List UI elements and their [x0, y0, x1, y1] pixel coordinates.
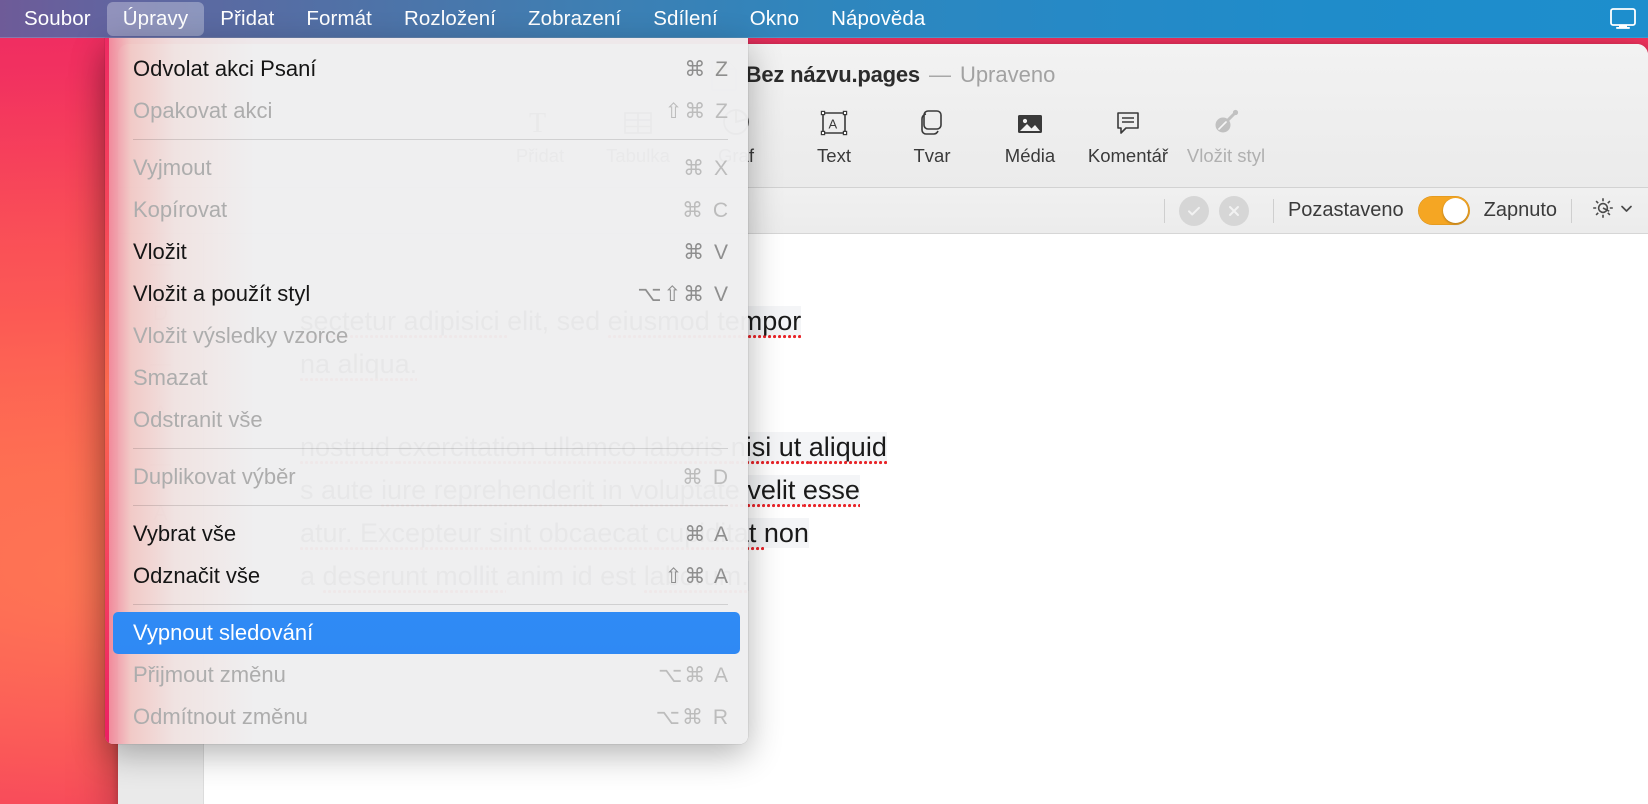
menu-separator — [133, 139, 728, 140]
menu-item-odznacit-vse[interactable]: Odznačit vše ⇧⌘ A — [105, 555, 748, 597]
track-on-label: Zapnuto — [1483, 199, 1557, 221]
toolbar-button-tvar[interactable]: Tvar — [883, 102, 981, 169]
menu-item-label: Duplikovat výběr — [133, 464, 296, 489]
textbox-icon: A — [818, 102, 850, 138]
menu-item-vlozit[interactable]: Vložit ⌘ V — [105, 231, 748, 273]
menu-item-label: Opakovat akci — [133, 98, 273, 123]
media-image-icon — [1014, 102, 1046, 138]
menu-separator — [133, 505, 728, 506]
track-paused-label: Pozastaveno — [1287, 199, 1404, 221]
upravy-dropdown-menu: Odvolat akci Psaní ⌘ Z Opakovat akci ⇧⌘ … — [105, 38, 748, 744]
menu-item-duplikovat-vyber: Duplikovat výběr ⌘ D — [105, 456, 748, 498]
svg-text:A: A — [829, 117, 838, 132]
document-title: Bez názvu.pages — [745, 62, 920, 87]
menu-item-odmitnout-zmenu: Odmítnout změnu ⌥⌘ R — [105, 696, 748, 738]
menu-item-odstranit-vse: Odstranit vše — [105, 399, 748, 441]
menu-pridat[interactable]: Přidat — [204, 2, 290, 37]
menu-item-label: Odstranit vše — [133, 407, 263, 432]
title-separator: — — [928, 62, 951, 87]
track-options-button[interactable] — [1590, 195, 1634, 226]
menu-format[interactable]: Formát — [290, 2, 388, 37]
menu-item-vypnout-sledovani[interactable]: Vypnout sledování — [113, 612, 740, 654]
check-circle-icon[interactable] — [1178, 195, 1209, 226]
paintbrush-icon — [1210, 102, 1242, 138]
toolbar-button-vlozit-styl[interactable]: Vložit styl — [1177, 102, 1275, 169]
toolbar-label: Text — [817, 145, 851, 166]
comment-icon — [1113, 102, 1143, 138]
menu-item-shortcut: ⌥⇧⌘ V — [637, 282, 730, 306]
menu-sdileni[interactable]: Sdílení — [637, 2, 734, 37]
menu-item-label: Kopírovat — [133, 197, 228, 222]
menu-item-vyjmout: Vyjmout ⌘ X — [105, 147, 748, 189]
menu-zobrazeni[interactable]: Zobrazení — [512, 2, 637, 37]
toggle-knob — [1442, 198, 1468, 223]
toolbar-button-media[interactable]: Média — [981, 102, 1079, 169]
menu-napoveda[interactable]: Nápověda — [815, 2, 941, 37]
divider — [1163, 198, 1165, 223]
menu-item-shortcut: ⌘ A — [684, 522, 730, 546]
menu-item-shortcut: ⌘ D — [682, 465, 730, 489]
menu-item-label: Přijmout změnu — [133, 662, 286, 687]
menu-soubor[interactable]: Soubor — [8, 2, 107, 37]
system-menu-bar: Soubor Úpravy Přidat Formát Rozložení Zo… — [0, 0, 1648, 38]
menu-rozlozeni[interactable]: Rozložení — [388, 2, 512, 37]
x-circle-icon[interactable] — [1218, 195, 1249, 226]
menu-separator — [133, 448, 728, 449]
menu-item-label: Odznačit vše — [133, 563, 261, 588]
menu-item-odvolat-akci[interactable]: Odvolat akci Psaní ⌘ Z — [105, 48, 748, 90]
menu-item-vlozit-vysledky-vzorce: Vložit výsledky vzorce — [105, 315, 748, 357]
menu-item-shortcut: ⌘ X — [683, 156, 730, 180]
toolbar-label: Média — [1004, 145, 1056, 166]
menu-bar-items: Soubor Úpravy Přidat Formát Rozložení Zo… — [0, 1, 941, 37]
menu-item-label: Odvolat akci Psaní — [133, 56, 317, 81]
menu-item-shortcut: ⌘ Z — [684, 57, 730, 81]
toolbar-label: Vložit styl — [1186, 145, 1266, 166]
menu-item-opakovat-akci: Opakovat akci ⇧⌘ Z — [105, 90, 748, 132]
menu-bar-status-items — [1608, 6, 1648, 32]
document-modified-status: Upraveno — [959, 62, 1056, 87]
chevron-down-icon — [1619, 201, 1634, 221]
toolbar-button-komentar[interactable]: Komentář — [1079, 102, 1177, 169]
misspelled-word: velit — [747, 475, 803, 509]
menu-item-shortcut: ⌘ C — [682, 198, 730, 222]
track-changes-toggle[interactable] — [1417, 196, 1470, 225]
menu-item-label: Odmítnout změnu — [133, 704, 308, 729]
divider — [1571, 198, 1572, 223]
misspelled-word: aliquid — [808, 432, 887, 466]
menu-okno[interactable]: Okno — [734, 2, 815, 37]
menu-upravy[interactable]: Úpravy — [106, 1, 205, 37]
toolbar-label: Komentář — [1087, 145, 1169, 166]
gear-icon — [1590, 195, 1616, 226]
divider — [1272, 198, 1274, 223]
menu-item-shortcut: ⇧⌘ A — [664, 564, 730, 588]
menu-item-vlozit-a-pouzit-styl[interactable]: Vložit a použít styl ⌥⇧⌘ V — [105, 273, 748, 315]
toolbar-button-text[interactable]: A Text — [785, 102, 883, 169]
menu-item-label: Vybrat vše — [133, 521, 237, 546]
menu-item-shortcut: ⇧⌘ Z — [664, 99, 730, 123]
menu-item-label: Vložit — [133, 239, 187, 264]
menu-item-label: Vypnout sledování — [133, 620, 314, 645]
toolbar-label: Tvar — [913, 145, 951, 166]
menu-item-label: Vložit a použít styl — [133, 281, 311, 306]
menu-item-shortcut: ⌥⌘ A — [658, 663, 730, 687]
menu-item-smazat: Smazat — [105, 357, 748, 399]
misspelled-word: esse — [802, 475, 860, 509]
display-icon[interactable] — [1608, 6, 1638, 32]
menu-item-shortcut: ⌥⌘ R — [655, 705, 730, 729]
menu-item-kopirovat: Kopírovat ⌘ C — [105, 189, 748, 231]
menu-item-label: Vyjmout — [133, 155, 212, 180]
shape-icon — [916, 102, 948, 138]
menu-item-label: Vložit výsledky vzorce — [133, 323, 349, 348]
text-run: non — [763, 518, 809, 548]
menu-separator — [133, 604, 728, 605]
menu-item-shortcut: ⌘ V — [683, 240, 730, 264]
menu-item-vybrat-vse[interactable]: Vybrat vše ⌘ A — [105, 513, 748, 555]
menu-item-prijmout-zmenu: Přijmout změnu ⌥⌘ A — [105, 654, 748, 696]
menu-item-label: Smazat — [133, 365, 208, 390]
